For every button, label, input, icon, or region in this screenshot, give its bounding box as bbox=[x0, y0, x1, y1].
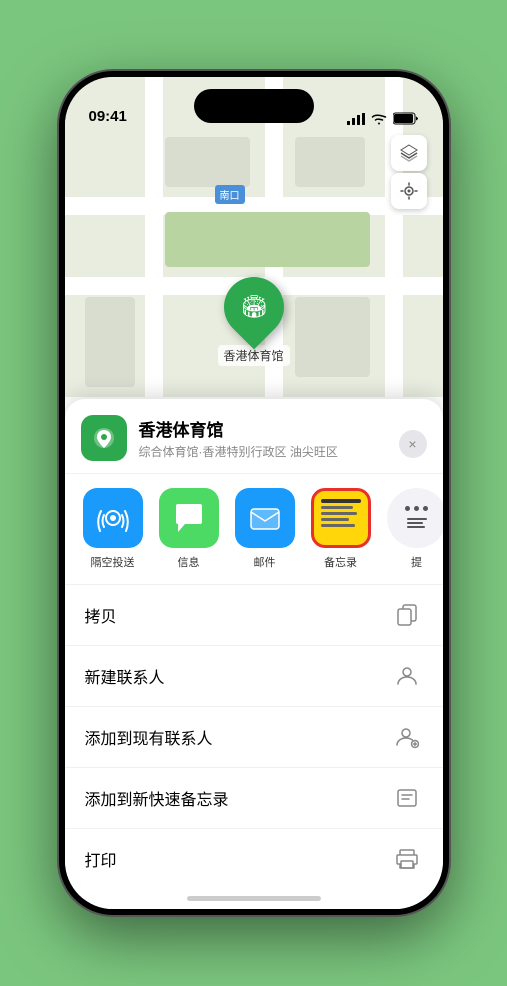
phone-frame: 09:41 bbox=[59, 71, 449, 915]
copy-label: 拷贝 bbox=[85, 603, 117, 627]
phone-screen: 09:41 bbox=[65, 77, 443, 909]
notes-lines bbox=[314, 491, 368, 531]
quick-note-label: 添加到新快速备忘录 bbox=[85, 786, 229, 810]
add-contact-icon bbox=[391, 721, 423, 753]
map-controls bbox=[391, 135, 427, 209]
action-new-contact[interactable]: 新建联系人 bbox=[65, 646, 443, 707]
sheet-title: 香港体育馆 bbox=[139, 416, 338, 441]
messages-icon bbox=[159, 488, 219, 548]
quick-note-icon bbox=[391, 782, 423, 814]
action-copy[interactable]: 拷贝 bbox=[65, 585, 443, 646]
wifi-icon bbox=[371, 113, 387, 125]
action-quick-note[interactable]: 添加到新快速备忘录 bbox=[65, 768, 443, 829]
signal-icon bbox=[347, 113, 365, 125]
dynamic-island bbox=[194, 89, 314, 123]
airdrop-icon bbox=[83, 488, 143, 548]
print-label: 打印 bbox=[85, 847, 117, 871]
notes-label: 备忘录 bbox=[324, 554, 357, 570]
airdrop-label: 隔空投送 bbox=[91, 554, 135, 570]
share-mail[interactable]: 邮件 bbox=[233, 488, 297, 570]
add-contact-label: 添加到现有联系人 bbox=[85, 725, 213, 749]
new-contact-icon bbox=[391, 660, 423, 692]
share-more[interactable]: 提 bbox=[385, 488, 443, 570]
status-icons bbox=[347, 112, 419, 125]
new-contact-label: 新建联系人 bbox=[85, 664, 165, 688]
action-print[interactable]: 打印 bbox=[65, 829, 443, 889]
home-indicator bbox=[187, 896, 321, 901]
sheet-header: 香港体育馆 综合体育馆·香港特别行政区 油尖旺区 × bbox=[65, 415, 443, 474]
print-icon bbox=[391, 843, 423, 875]
location-button[interactable] bbox=[391, 173, 427, 209]
mail-icon bbox=[235, 488, 295, 548]
share-notes[interactable]: 备忘录 bbox=[309, 488, 373, 570]
sheet-close-button[interactable]: × bbox=[399, 430, 427, 458]
venue-icon bbox=[81, 415, 127, 461]
sheet-info: 香港体育馆 综合体育馆·香港特别行政区 油尖旺区 bbox=[139, 416, 338, 460]
status-time: 09:41 bbox=[89, 108, 127, 125]
copy-icon bbox=[391, 599, 423, 631]
messages-label: 信息 bbox=[178, 554, 200, 570]
action-add-contact[interactable]: 添加到现有联系人 bbox=[65, 707, 443, 768]
map-north-label: 南口 bbox=[215, 185, 245, 204]
map-pin-icon: 🏟 bbox=[211, 265, 296, 350]
map-pin-inner: 🏟 bbox=[240, 294, 268, 320]
more-icon bbox=[387, 488, 443, 548]
share-row: 隔空投送 信息 bbox=[65, 474, 443, 585]
share-messages[interactable]: 信息 bbox=[157, 488, 221, 570]
sheet-subtitle: 综合体育馆·香港特别行政区 油尖旺区 bbox=[139, 443, 338, 460]
map-pin: 🏟 香港体育馆 bbox=[217, 277, 289, 366]
share-airdrop[interactable]: 隔空投送 bbox=[81, 488, 145, 570]
map-layer-button[interactable] bbox=[391, 135, 427, 171]
battery-icon bbox=[393, 112, 419, 125]
action-list: 拷贝 新建联系人 bbox=[65, 585, 443, 909]
mail-label: 邮件 bbox=[254, 554, 276, 570]
more-label: 提 bbox=[411, 554, 422, 570]
notes-icon bbox=[311, 488, 371, 548]
bottom-sheet: 香港体育馆 综合体育馆·香港特别行政区 油尖旺区 × bbox=[65, 399, 443, 909]
